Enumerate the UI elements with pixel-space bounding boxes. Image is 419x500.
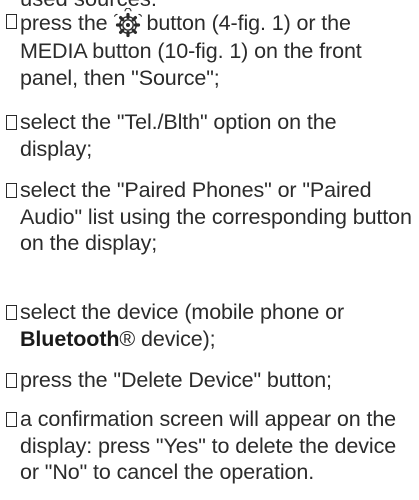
step-text-start: select the device (mobile phone or	[20, 300, 345, 324]
step-text: press the button (4-fig. 1) or the MEDIA…	[20, 8, 412, 91]
checkbox-bullet-icon	[6, 373, 17, 388]
step-text-end: ® device);	[119, 326, 216, 351]
checkbox-bullet-icon	[6, 14, 17, 29]
step-text: select the "Tel./Blth" option on the dis…	[20, 110, 337, 161]
bluetooth-brand-text: Bluetooth	[20, 326, 120, 351]
checkbox-bullet-icon	[6, 305, 17, 320]
settings-gear-icon	[113, 8, 142, 38]
step-text: a confirmation screen will appear on the…	[20, 407, 397, 484]
step-text: press the "Delete Device" button;	[20, 368, 332, 392]
step-text: select the device (mobile phone or Bluet…	[20, 299, 412, 352]
checkbox-bullet-icon	[6, 115, 17, 130]
manual-page: used sources: press the button (4-fig. 1…	[0, 0, 419, 500]
checkbox-bullet-icon	[6, 183, 17, 198]
checkbox-bullet-icon	[6, 412, 17, 427]
step-text: select the "Paired Phones" or "Paired Au…	[20, 178, 412, 255]
step-text-start: press the	[20, 11, 108, 35]
